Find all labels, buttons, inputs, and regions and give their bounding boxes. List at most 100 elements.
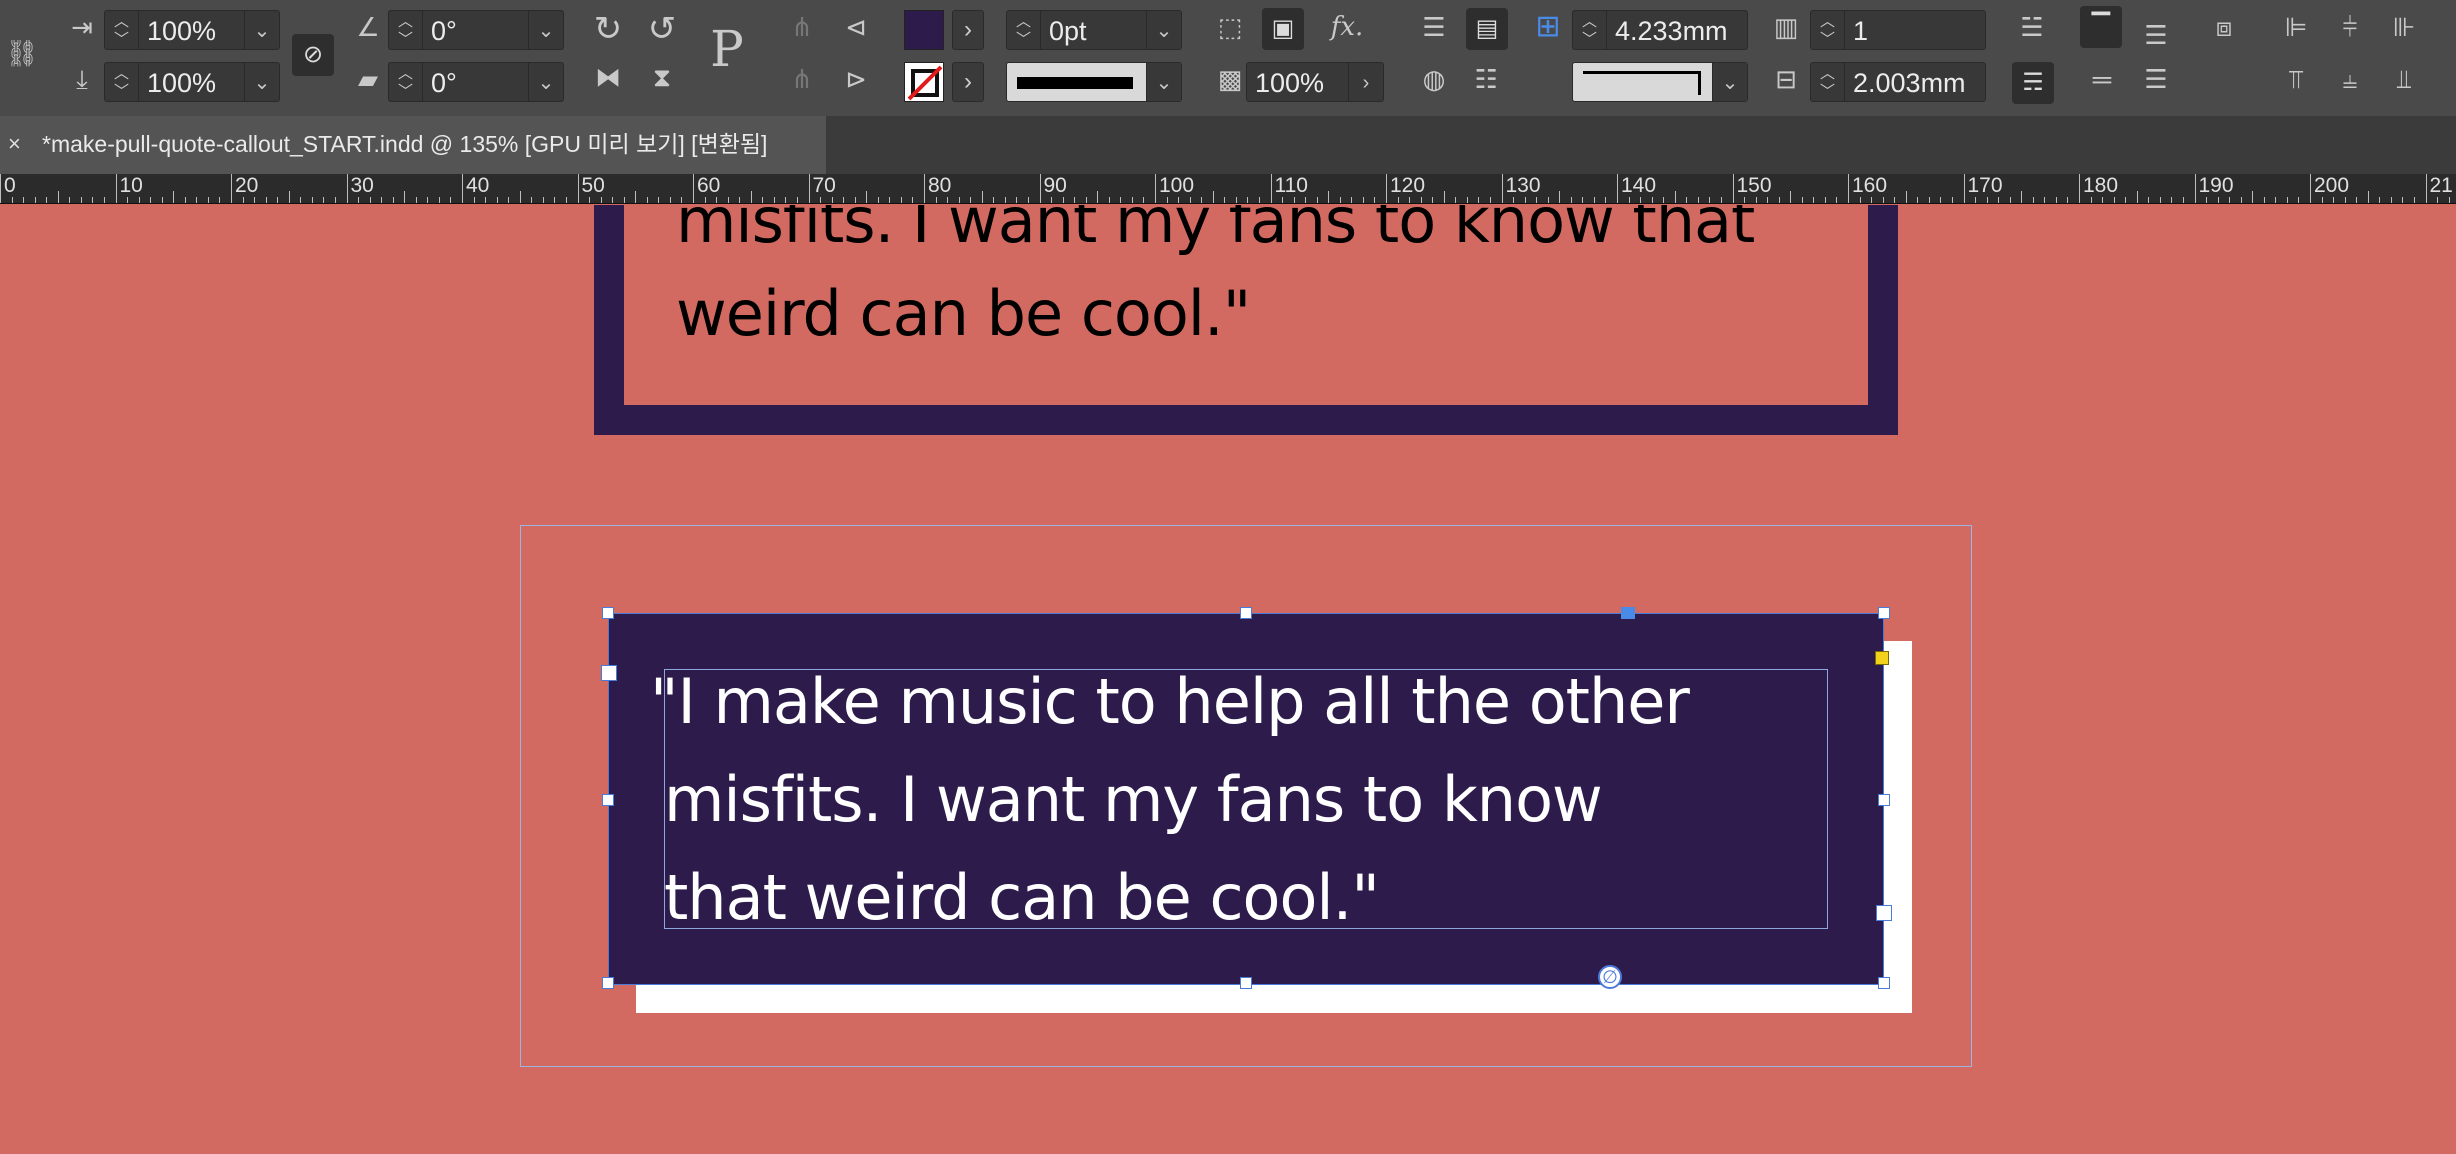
stroke-weight-stepper[interactable]: ︿ ﹀ <box>1007 11 1041 49</box>
columns-field[interactable]: ︿ ﹀ 1 <box>1810 10 1986 50</box>
lower-quote-line[interactable]: that weird can be cool." <box>664 849 1380 947</box>
wrap-object-shape-icon[interactable]: ◍ <box>1414 66 1454 92</box>
selection-handle-bottom-right[interactable] <box>1878 977 1890 989</box>
rotate-counterclockwise-icon[interactable]: ↺ <box>642 12 682 46</box>
stroke-weight-field[interactable]: ︿ ﹀ 0pt ⌄ <box>1006 10 1182 50</box>
opacity-field[interactable]: 100% › <box>1246 62 1384 102</box>
ruler-minor-tick <box>2102 197 2104 203</box>
link-break-icon[interactable]: ⛓ <box>4 40 40 66</box>
ruler-minor-tick <box>1917 197 1919 203</box>
document-tab[interactable]: × *make-pull-quote-callout_START.indd @ … <box>0 116 826 174</box>
rotation-field[interactable]: ︿ ﹀ 0° ⌄ <box>388 10 564 50</box>
column-gutter-field[interactable]: ︿ ﹀ 2.003mm <box>1810 62 1986 102</box>
chevron-down-icon[interactable]: ⌄ <box>1146 63 1181 101</box>
close-icon[interactable]: × <box>8 116 21 172</box>
constrain-proportions-button[interactable]: ⊘ <box>292 34 334 76</box>
ruler-minor-tick <box>2275 197 2277 203</box>
ruler-minor-tick <box>1085 197 1087 203</box>
align-left-edges-icon[interactable]: ⊫ <box>2276 14 2316 40</box>
chevron-down-icon[interactable]: ⌄ <box>528 63 563 101</box>
flip-vertical-icon[interactable]: ⧗ <box>642 64 682 90</box>
rotate-clockwise-icon[interactable]: ↻ <box>588 12 628 46</box>
wrap-none-icon[interactable]: ☰ <box>1414 14 1454 40</box>
selection-handle-top-left[interactable] <box>602 607 614 619</box>
live-corners-widget[interactable] <box>1875 651 1889 665</box>
select-container-icon[interactable]: ⋔ <box>784 14 820 40</box>
chevron-down-icon[interactable]: ⌄ <box>244 11 279 49</box>
shear-field[interactable]: ︿ ﹀ 0° ⌄ <box>388 62 564 102</box>
rotation-stepper[interactable]: ︿ ﹀ <box>389 11 423 49</box>
upper-quote-line[interactable]: misfits. I want my fans to know that <box>676 205 1755 270</box>
selection-handle-bottom-left[interactable] <box>602 977 614 989</box>
chevron-down-icon[interactable]: ⌄ <box>1146 11 1181 49</box>
chevron-right-icon[interactable]: › <box>1348 63 1383 101</box>
stroke-swatch-menu-button[interactable]: › <box>952 62 984 102</box>
ruler-minor-tick <box>1374 197 1376 203</box>
scale-x-field[interactable]: ︿ ﹀ 100% ⌄ <box>104 10 280 50</box>
selection-handle-middle-right[interactable] <box>1878 794 1890 806</box>
shear-stepper[interactable]: ︿ ﹀ <box>389 63 423 101</box>
ruler-minor-tick <box>727 197 729 203</box>
scale-y-stepper[interactable]: ︿ ﹀ <box>105 63 139 101</box>
wrap-bounding-box-button[interactable]: ▤ <box>1466 8 1508 50</box>
align-horizontal-centers-icon[interactable]: ⫩ <box>2330 14 2370 40</box>
corner-shape-dropdown[interactable]: ⌄ <box>1572 62 1748 102</box>
selection-handle-middle-left[interactable] <box>602 794 614 806</box>
wrap-jump-object-icon[interactable]: ☷ <box>1466 66 1506 92</box>
stroke-swatch[interactable] <box>904 62 944 102</box>
drop-shadow-frame-icon[interactable]: ⬚ <box>1210 14 1250 40</box>
document-canvas[interactable]: misfits. I want my fans to know that wei… <box>0 205 2456 1154</box>
ruler-label: 21 <box>2429 174 2453 197</box>
upper-quote-line[interactable]: weird can be cool." <box>676 265 1251 363</box>
scale-x-value: 100% <box>147 16 217 46</box>
scale-y-value: 100% <box>147 68 217 98</box>
lower-quote-line[interactable]: "I make music to help all the other <box>650 653 1690 751</box>
columns-stepper[interactable]: ︿ ﹀ <box>1811 11 1845 49</box>
align-center-text-icon[interactable]: ☰ <box>2136 22 2176 48</box>
chevron-down-icon[interactable]: ⌄ <box>244 63 279 101</box>
ruler-minor-tick <box>1686 197 1688 203</box>
ruler-minor-tick <box>196 197 198 203</box>
flip-horizontal-icon[interactable]: ⧓ <box>588 64 628 90</box>
selection-handle-top-right[interactable] <box>1878 607 1890 619</box>
align-right-edges-icon[interactable]: ⊪ <box>2384 14 2424 40</box>
selection-handle-top-center[interactable] <box>1240 607 1252 619</box>
chevron-down-icon[interactable]: ⌄ <box>1712 63 1747 101</box>
ruler-minor-tick <box>981 191 983 203</box>
align-bottom-edges-icon[interactable]: ⫫ <box>2384 66 2424 92</box>
scale-x-stepper[interactable]: ︿ ﹀ <box>105 11 139 49</box>
align-justify-text-icon[interactable]: ═ <box>2082 66 2122 92</box>
horizontal-ruler[interactable]: 0 10 20 30 40 50 60 70 80 90 100 110 120 130 140 150 160… <box>0 174 2456 204</box>
select-content-icon[interactable]: ⋔ <box>784 66 820 92</box>
stroke-type-dropdown[interactable]: ⌄ <box>1006 62 1182 102</box>
fill-swatch[interactable] <box>904 10 944 50</box>
ruler-minor-tick <box>554 197 556 203</box>
align-top-text-icon[interactable]: ☱ <box>2012 14 2052 40</box>
fill-swatch-menu-button[interactable]: › <box>952 10 984 50</box>
align-top-edges-icon[interactable]: ⫪ <box>2276 66 2316 92</box>
align-bottom-text-button[interactable]: ☴ <box>2012 62 2054 104</box>
inset-spacing-field[interactable]: ︿ ﹀ 4.233mm <box>1572 10 1748 50</box>
ruler-minor-tick <box>2148 197 2150 203</box>
ruler-minor-tick <box>1547 197 1549 203</box>
chevron-down-icon[interactable]: ⌄ <box>528 11 563 49</box>
text-in-port[interactable] <box>601 665 617 681</box>
scale-y-field[interactable]: ︿ ﹀ 100% ⌄ <box>104 62 280 102</box>
align-spread-text-icon[interactable]: ☰ <box>2136 66 2176 92</box>
select-next-icon[interactable]: ⊳ <box>836 66 876 92</box>
inset-spacing-stepper[interactable]: ︿ ﹀ <box>1573 11 1607 49</box>
fx-icon[interactable]: fx. <box>1322 14 1372 40</box>
ruler-minor-tick <box>2448 197 2450 203</box>
select-previous-icon[interactable]: ⊲ <box>836 14 876 40</box>
drop-shadow-button[interactable]: ▣ <box>1262 8 1304 50</box>
live-corner-handle[interactable] <box>1621 607 1635 619</box>
text-out-port[interactable] <box>1876 905 1892 921</box>
vertical-justify-top-button[interactable]: ▔ <box>2080 6 2122 48</box>
align-vertical-centers-icon[interactable]: ⫨ <box>2330 66 2370 92</box>
selection-handle-bottom-center[interactable] <box>1240 977 1252 989</box>
anchor-marker-icon[interactable]: ∅ <box>1598 965 1622 989</box>
lower-quote-line[interactable]: misfits. I want my fans to know <box>664 751 1603 849</box>
paragraph-direction-icon[interactable]: P <box>700 24 754 74</box>
auto-size-frame-icon[interactable]: ⧈ <box>2204 14 2244 40</box>
column-gutter-stepper[interactable]: ︿ ﹀ <box>1811 63 1845 101</box>
